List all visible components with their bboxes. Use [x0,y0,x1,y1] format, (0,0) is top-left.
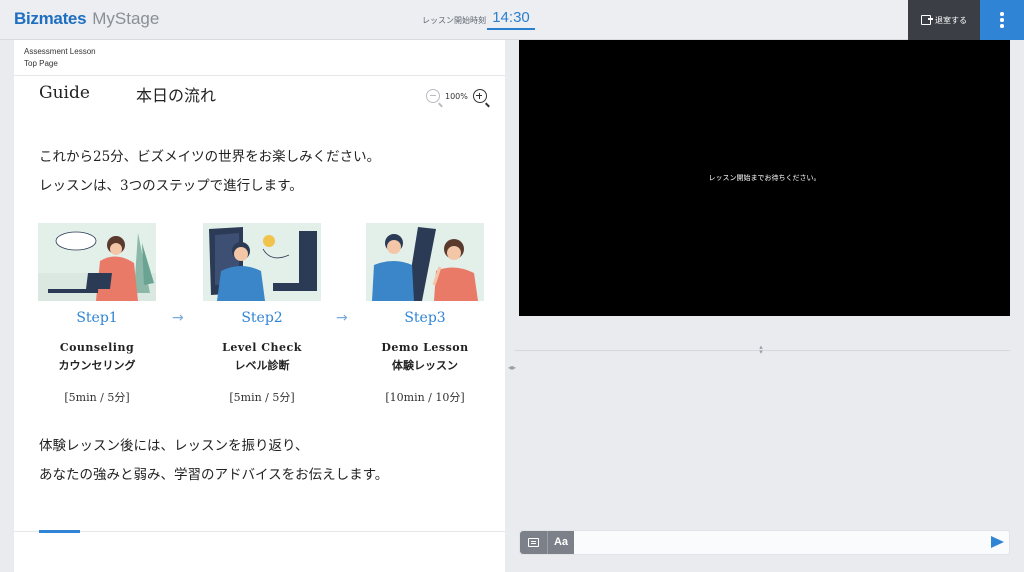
brand-name: Bizmates [14,9,87,28]
lesson-start-time: 14:30 [487,8,535,30]
step-name-jp: カウンセリング [58,359,136,372]
step-card-3: Step3 Demo Lesson 体験レッスン [10min / 10分] [355,223,495,405]
lesson-start-label: レッスン開始時刻 [422,16,486,25]
step-name-en: Level Check [222,341,302,354]
chat-composer: Aa [519,530,1010,555]
exit-icon [921,15,933,25]
step-label: Step3 [404,310,446,326]
chat-input[interactable] [578,533,983,552]
slide-progress-bar [39,530,80,533]
exit-room-button[interactable]: 退室する [908,0,980,40]
intro-text: これから25分、ビズメイツの世界をお楽しみください。 レッスンは、3つのステップ… [39,143,380,201]
step-name-jp: 体験レッスン [392,359,458,372]
exit-room-label: 退室する [935,15,967,25]
level-check-illustration [203,223,321,301]
zoom-in-icon[interactable] [472,89,490,108]
divider [14,531,505,532]
panel-resize-handle-icon[interactable]: ◂▸ [508,363,516,372]
zoom-out-icon[interactable] [426,89,443,108]
step-duration: [5min / 5分] [64,391,130,404]
more-menu-button[interactable] [980,0,1024,40]
kebab-dot-icon [1000,18,1004,22]
vertical-resize-handle-icon[interactable]: ▴ ▾ [757,344,765,356]
step-duration: [10min / 10分] [385,391,465,404]
app-logo[interactable]: Bizmates MyStage [14,9,159,29]
send-icon[interactable] [991,536,1004,548]
outro-text: 体験レッスン後には、レッスンを振り返り、 あなたの強みと弱み、学習のアドバイスを… [39,432,388,490]
step-name-jp: レベル診断 [234,359,290,372]
step-label: Step1 [76,310,118,326]
kebab-dot-icon [1000,12,1004,16]
counseling-illustration [38,223,156,301]
lesson-material-panel: Assessment Lesson Top Page Guide 本日の流れ 1… [14,40,505,572]
top-bar: Bizmates MyStage レッスン開始時刻 14:30 退室する [0,0,1024,40]
step-arrow-icon: → [172,310,184,326]
zoom-controls: 100% [426,89,490,108]
demo-lesson-illustration [366,223,484,301]
step-card-2: Step2 Level Check レベル診断 [5min / 5分] [192,223,332,405]
breadcrumb-lesson[interactable]: Assessment Lesson [24,46,96,58]
product-name: MyStage [92,9,160,28]
step-arrow-icon: → [336,310,348,326]
step-name-en: Counseling [59,341,135,354]
video-area: レッスン開始までお待ちください。 [519,40,1010,316]
waiting-message: レッスン開始までお待ちください。 [708,174,821,182]
phrase-template-button[interactable] [520,531,547,554]
zoom-level: 100% [445,91,468,101]
outro-line: あなたの強みと弱み、学習のアドバイスをお伝えします。 [39,467,389,483]
step-label: Step2 [241,310,283,326]
note-icon [528,538,539,547]
step-card-1: Step1 Counseling カウンセリング [5min / 5分] [27,223,167,405]
breadcrumb: Assessment Lesson Top Page [24,46,96,70]
kebab-dot-icon [1000,24,1004,28]
slide-subtitle: 本日の流れ [136,86,217,105]
step-duration: [5min / 5分] [229,391,295,404]
text-format-button[interactable]: Aa [547,531,574,554]
outro-line: 体験レッスン後には、レッスンを振り返り、 [39,438,309,454]
slide-title: Guide [39,83,90,103]
breadcrumb-page: Top Page [24,59,58,68]
intro-line: レッスンは、3つのステップで進行します。 [39,178,303,194]
step-name-en: Demo Lesson [381,341,469,354]
intro-line: これから25分、ビズメイツの世界をお楽しみください。 [39,149,381,165]
divider [14,75,505,76]
